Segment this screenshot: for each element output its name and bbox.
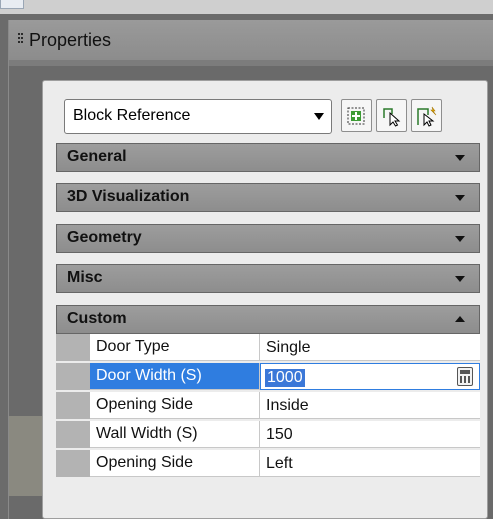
property-value: 150 (266, 426, 293, 443)
property-name-cell[interactable]: Door Width (S) (90, 363, 260, 390)
property-name-cell[interactable]: Opening Side (90, 450, 260, 477)
toggle-pickadd-icon (347, 107, 365, 125)
quick-select-button[interactable] (411, 99, 442, 132)
select-objects-icon (383, 108, 401, 127)
door-width-input[interactable]: 1000 (260, 363, 480, 390)
property-row-opening-side[interactable]: Opening Side Inside (56, 392, 480, 419)
quick-select-icon (417, 106, 437, 127)
chevron-down-icon (455, 276, 465, 282)
chevron-down-icon (455, 155, 465, 161)
palette-title: Properties (29, 30, 112, 50)
property-row-door-type[interactable]: Door Type Single (56, 334, 480, 361)
property-row-opening-side-2[interactable]: Opening Side Left (56, 450, 480, 477)
property-value: 1000 (265, 369, 305, 387)
property-value-cell[interactable]: Left (260, 450, 480, 477)
section-misc[interactable]: Misc (56, 264, 480, 293)
property-value: Left (266, 455, 293, 472)
chevron-down-icon (455, 195, 465, 201)
property-value-cell[interactable]: Single (260, 334, 480, 361)
section-3d-visualization[interactable]: 3D Visualization (56, 183, 480, 212)
section-label: Misc (67, 269, 103, 286)
properties-panel: Block Reference General 3D Visualization… (42, 80, 488, 519)
section-label: General (67, 148, 127, 165)
property-row-door-width[interactable]: Door Width (S) 1000 (56, 363, 480, 390)
property-name-cell[interactable]: Wall Width (S) (90, 421, 260, 448)
object-type-dropdown[interactable]: Block Reference (64, 99, 332, 134)
section-custom[interactable]: Custom (56, 305, 480, 334)
row-indent (56, 363, 90, 390)
chevron-up-icon (455, 316, 465, 322)
section-label: Geometry (67, 229, 142, 246)
property-name-cell[interactable]: Door Type (90, 334, 260, 361)
row-indent (56, 334, 90, 361)
palette-body: Block Reference General 3D Visualization… (9, 66, 493, 519)
section-general[interactable]: General (56, 143, 480, 172)
property-name-cell[interactable]: Opening Side (90, 392, 260, 419)
property-value: Inside (266, 397, 309, 414)
properties-palette: Properties Block Reference General 3D Vi… (8, 20, 493, 519)
section-geometry[interactable]: Geometry (56, 224, 480, 253)
row-indent (56, 450, 90, 477)
section-label: 3D Visualization (67, 188, 190, 205)
object-type-value: Block Reference (73, 107, 191, 124)
chevron-down-icon (455, 236, 465, 242)
row-indent (56, 392, 90, 419)
toggle-pickadd-button[interactable] (341, 99, 372, 132)
palette-titlebar[interactable]: Properties (9, 20, 493, 60)
property-value-cell[interactable]: 150 (260, 421, 480, 448)
property-row-wall-width[interactable]: Wall Width (S) 150 (56, 421, 480, 448)
chevron-down-icon (314, 113, 324, 120)
section-label: Custom (67, 310, 127, 327)
property-value: Single (266, 339, 311, 356)
calculator-icon[interactable] (457, 367, 473, 386)
grip-icon[interactable] (18, 33, 24, 47)
property-name: Door Type (96, 338, 170, 355)
select-objects-button[interactable] (376, 99, 407, 132)
row-indent (56, 421, 90, 448)
property-value-cell[interactable]: Inside (260, 392, 480, 419)
property-name: Wall Width (S) (96, 425, 198, 442)
property-name: Opening Side (96, 396, 193, 413)
background-window-fragment (0, 0, 24, 9)
property-name: Opening Side (96, 454, 193, 471)
property-name: Door Width (S) (96, 367, 202, 384)
background-window-strip (0, 0, 493, 14)
